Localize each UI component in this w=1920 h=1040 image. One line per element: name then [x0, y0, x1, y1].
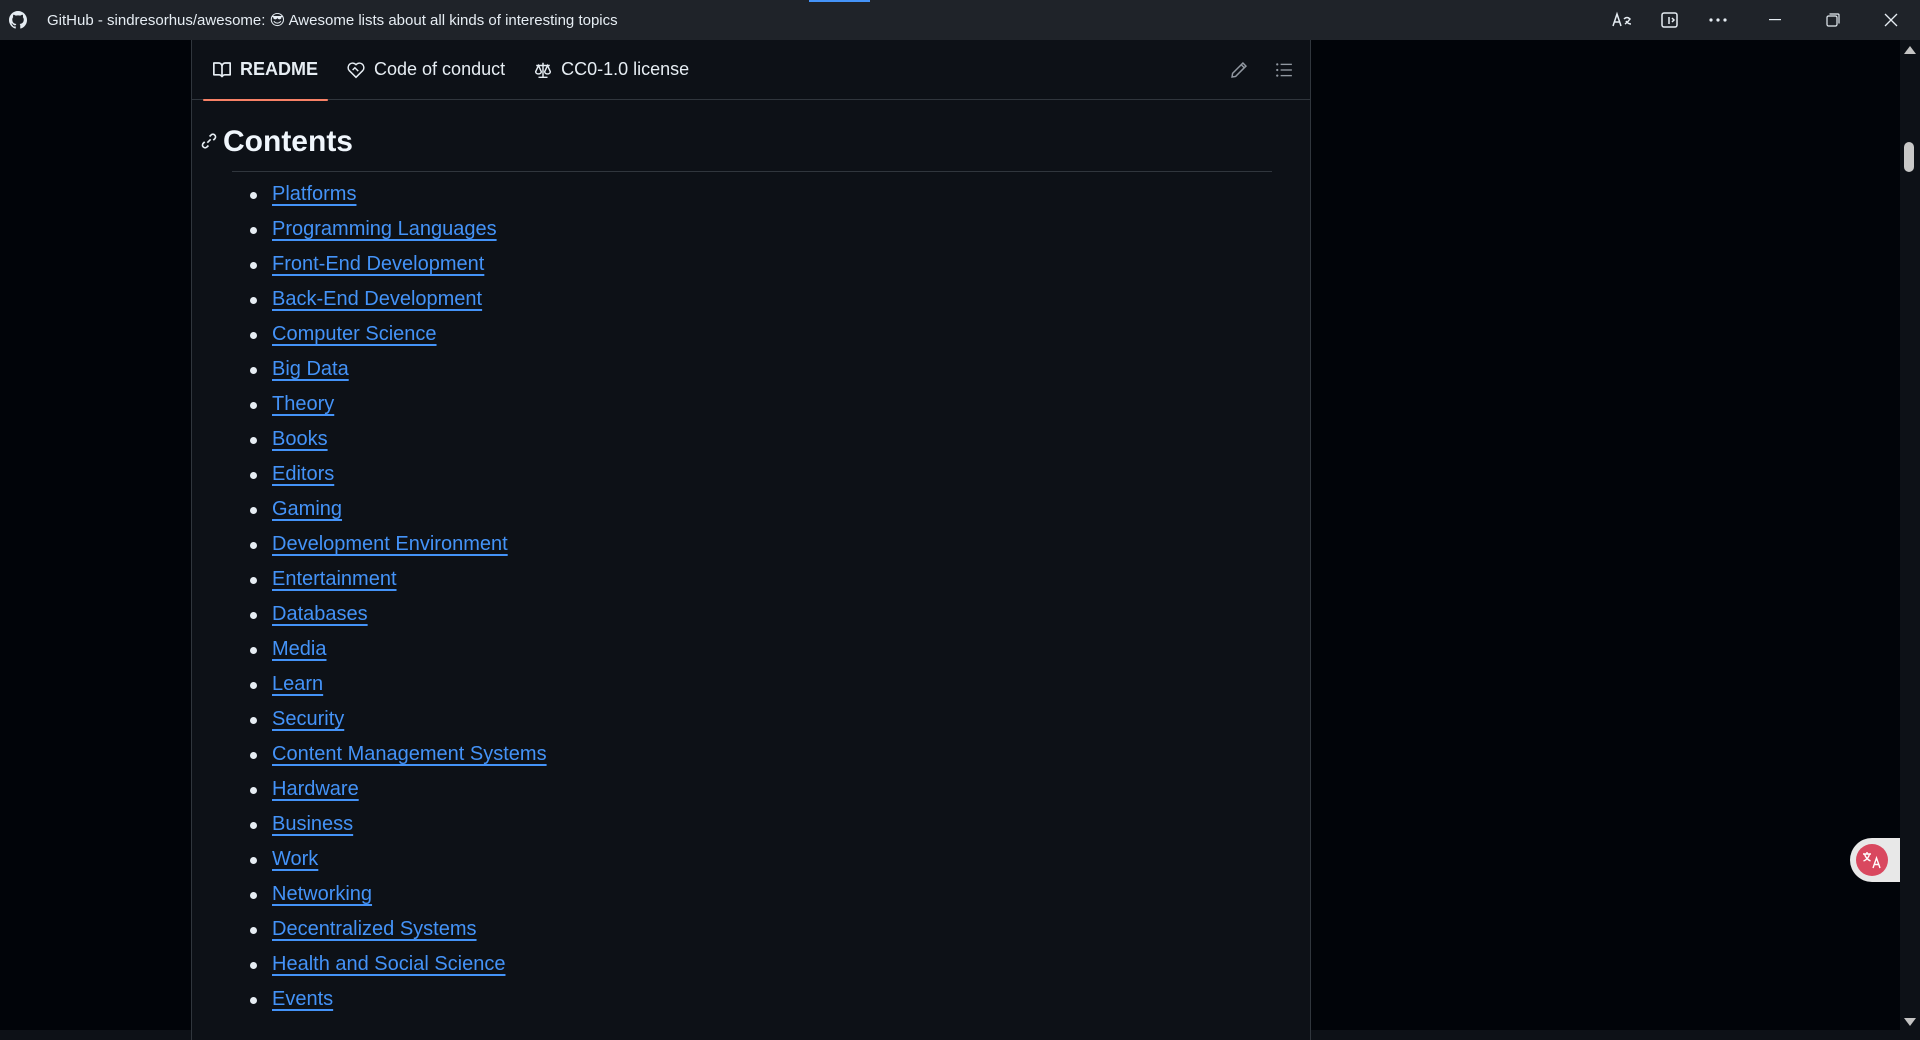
contents-list-item: Events	[250, 982, 547, 1017]
contents-list-item: Learn	[250, 667, 547, 702]
contents-list-item: Programming Languages	[250, 212, 547, 247]
more-icon[interactable]	[1694, 0, 1742, 40]
contents-link[interactable]: Learn	[272, 673, 323, 695]
contents-list-item: Hardware	[250, 772, 547, 807]
contents-link[interactable]: Security	[272, 708, 344, 730]
scroll-down-arrow-icon[interactable]	[1904, 1018, 1916, 1026]
tab-license[interactable]: CC0-1.0 license	[524, 40, 699, 100]
page-viewport: README Code of conduct CC0-1.0 license C…	[0, 40, 1920, 1040]
contents-list-item: Entertainment	[250, 562, 547, 597]
heart-shield-icon	[347, 61, 365, 78]
contents-link[interactable]: Gaming	[272, 498, 342, 520]
contents-link[interactable]: Hardware	[272, 778, 359, 800]
page-scrollbar[interactable]	[1900, 40, 1920, 1030]
contents-list: Platforms Programming Languages Front-End …	[250, 177, 547, 1017]
contents-link[interactable]: Entertainment	[272, 568, 397, 590]
contents-link[interactable]: Books	[272, 428, 328, 450]
immersive-reader-icon[interactable]	[1646, 0, 1694, 40]
tab-license-label: CC0-1.0 license	[561, 59, 690, 79]
contents-link[interactable]: Business	[272, 813, 353, 835]
contents-list-item: Media	[250, 632, 547, 667]
readme-panel: README Code of conduct CC0-1.0 license C…	[191, 40, 1311, 1040]
book-icon	[213, 61, 231, 77]
contents-list-item: Front-End Development	[250, 247, 547, 282]
tab-readme-label: README	[240, 59, 319, 79]
contents-link[interactable]: Work	[272, 848, 318, 870]
contents-list-item: Business	[250, 807, 547, 842]
contents-link[interactable]: Networking	[272, 883, 372, 905]
browser-title-bar: GitHub - sindresorhus/awesome: 😎 Awesome…	[0, 0, 1920, 40]
minimize-icon[interactable]	[1746, 0, 1804, 40]
tab-code-of-conduct[interactable]: Code of conduct	[337, 40, 515, 100]
restore-icon[interactable]	[1804, 0, 1862, 40]
contents-link[interactable]: Media	[272, 638, 326, 660]
contents-list-item: Health and Social Science	[250, 947, 547, 982]
close-icon[interactable]	[1862, 0, 1920, 40]
contents-list-item: Books	[250, 422, 547, 457]
window-title: GitHub - sindresorhus/awesome: 😎 Awesome…	[47, 12, 618, 29]
contents-link[interactable]: Programming Languages	[272, 218, 497, 240]
translate-icon	[1856, 844, 1888, 876]
read-aloud-icon[interactable]	[1598, 0, 1646, 40]
contents-link[interactable]: Theory	[272, 393, 334, 415]
contents-list-item: Development Environment	[250, 527, 547, 562]
contents-list-item: Security	[250, 702, 547, 737]
contents-list-item: Big Data	[250, 352, 547, 387]
github-logo-icon	[9, 11, 27, 29]
scrollbar-thumb[interactable]	[1904, 142, 1914, 172]
contents-list-item: Computer Science	[250, 317, 547, 352]
contents-link[interactable]: Events	[272, 988, 333, 1010]
scroll-up-arrow-icon[interactable]	[1904, 46, 1916, 54]
contents-list-item: Decentralized Systems	[250, 912, 547, 947]
link-anchor-icon[interactable]	[200, 132, 218, 155]
contents-link[interactable]: Platforms	[272, 183, 356, 205]
section-heading: Contents	[201, 122, 1272, 172]
contents-link[interactable]: Front-End Development	[272, 253, 484, 275]
contents-link[interactable]: Databases	[272, 603, 368, 625]
scale-icon	[535, 62, 552, 78]
contents-link[interactable]: Computer Science	[272, 323, 437, 345]
list-icon[interactable]	[1274, 61, 1294, 79]
contents-heading: Contents	[223, 125, 353, 158]
contents-list-item: Platforms	[250, 177, 547, 212]
page-loading-indicator	[809, 0, 870, 2]
pencil-icon[interactable]	[1230, 61, 1248, 79]
contents-list-item: Networking	[250, 877, 547, 912]
contents-list-item: Gaming	[250, 492, 547, 527]
contents-link[interactable]: Health and Social Science	[272, 953, 505, 975]
tab-readme[interactable]: README	[203, 40, 329, 101]
contents-link[interactable]: Decentralized Systems	[272, 918, 477, 940]
contents-list-item: Theory	[250, 387, 547, 422]
translate-button[interactable]	[1850, 838, 1900, 882]
tab-code-of-conduct-label: Code of conduct	[374, 59, 506, 79]
contents-list-item: Databases	[250, 597, 547, 632]
contents-list-item: Content Management Systems	[250, 737, 547, 772]
readme-tab-bar: README Code of conduct CC0-1.0 license	[192, 40, 1310, 101]
contents-list-item: Work	[250, 842, 547, 877]
contents-link[interactable]: Development Environment	[272, 533, 508, 555]
contents-link[interactable]: Editors	[272, 463, 334, 485]
contents-link[interactable]: Big Data	[272, 358, 349, 380]
contents-link[interactable]: Back-End Development	[272, 288, 482, 310]
contents-list-item: Editors	[250, 457, 547, 492]
contents-list-item: Back-End Development	[250, 282, 547, 317]
contents-link[interactable]: Content Management Systems	[272, 743, 547, 765]
